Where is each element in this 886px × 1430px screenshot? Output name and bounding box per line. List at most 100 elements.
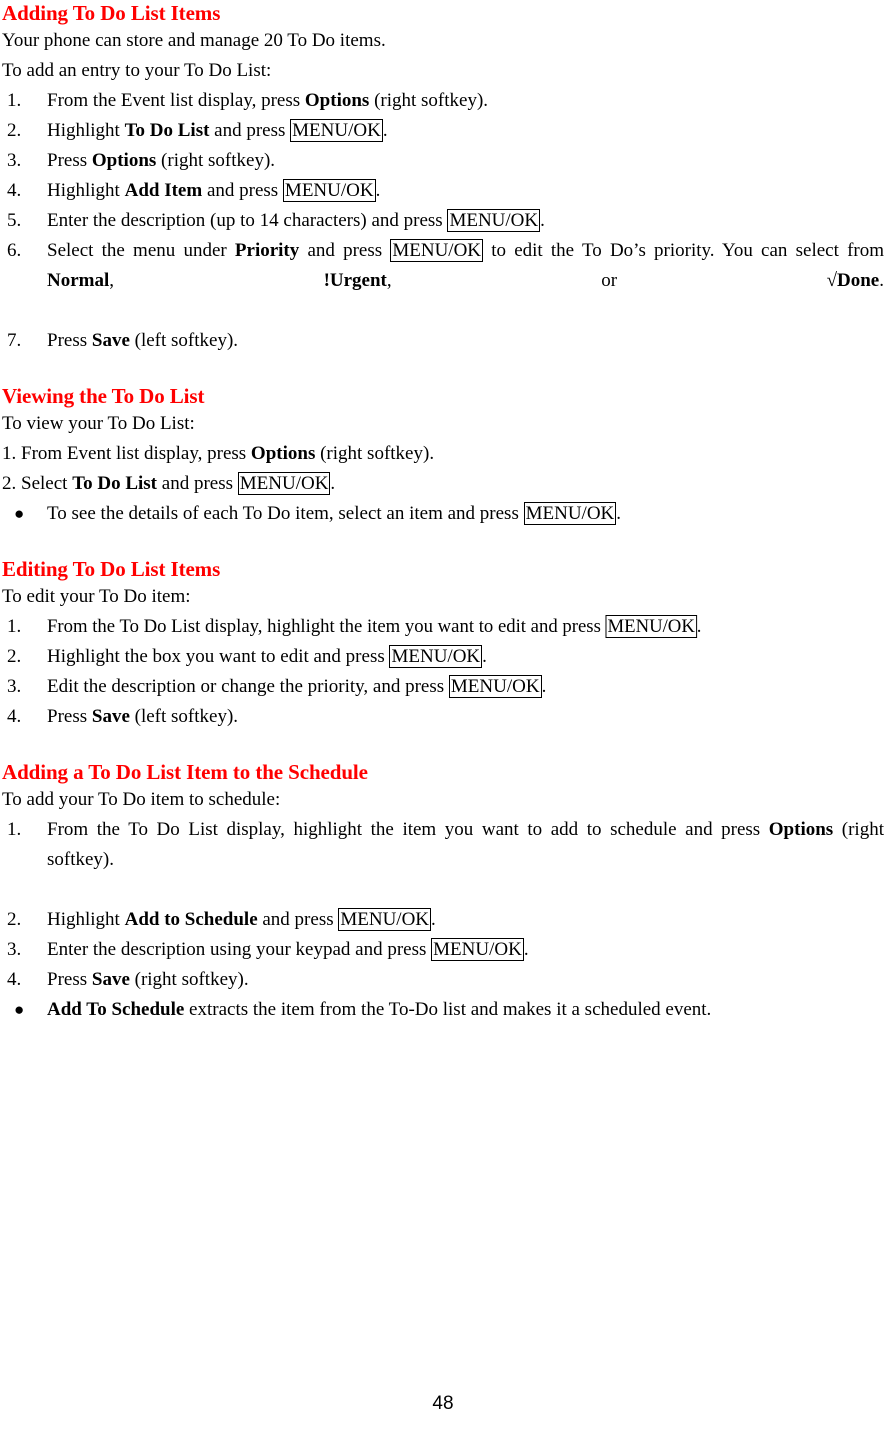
intro-text: To add your To Do item to schedule: [2,789,281,810]
list-item-text: Select the menu under Priority and press… [47,236,884,326]
list-item-number: 6. [7,240,22,261]
list-item: 3. Enter the description using your keypa… [2,935,884,965]
list-item: 1. From Event list display, press Option… [2,439,884,469]
text-run: . [696,616,702,637]
keyword-1: Add to Schedule [124,909,258,930]
list-item-text: Enter the description (up to 14 characte… [47,209,545,232]
key-button-label: MENU/OK [605,615,697,638]
text-run: . [540,210,545,231]
list-item-number: 4. [7,706,22,727]
list-item: 4. Highlight Add Item and press MENU/OK. [2,176,884,206]
list-item-text: Enter the description using your keypad … [47,938,529,961]
section-heading-adding: Adding To Do List Items [2,1,221,25]
section-heading-viewing: Viewing the To Do List [2,384,205,408]
text-run: 2. Select [2,473,73,494]
keyword-7: !Urgent [323,270,387,291]
key-button-label: MENU/OK [237,472,331,495]
key-button-label: MENU/OK [282,179,376,202]
text-run: (right softkey). [315,443,435,464]
text-run: Highlight the box you want to edit and p… [47,646,390,667]
text-run: Press [47,969,92,990]
text-run: (right softkey). [156,150,276,171]
numbered-steps-schedule: 1. From the To Do List display, highlight… [2,815,884,995]
section-heading-schedule: Adding a To Do List Item to the Schedule [2,760,368,784]
list-item-number: 5. [7,210,22,231]
keyword-1: To Do List [124,120,210,141]
manual-page: Adding To Do List Items Your phone can st… [0,0,886,1430]
text-run: To see the details of each To Do item, s… [47,503,524,524]
bullet-icon: ● [14,1000,25,1019]
text-run: and press [257,909,339,930]
bullet-item: ● Add To Schedule extracts the item from … [2,995,884,1025]
list-item-text: From the To Do List display, highlight t… [47,815,884,905]
bullet-list-schedule: ● Add To Schedule extracts the item from … [2,995,884,1025]
text-run: . [375,180,381,201]
bullet-list-viewing: ● To see the details of each To Do item, … [2,499,884,529]
intro-text: To view your To Do List: [2,413,195,434]
list-item: 1. From the To Do List display, highlight… [2,612,884,642]
page-content: Adding To Do List Items Your phone can st… [0,0,886,1025]
bullet-item: ● To see the details of each To Do item, … [2,499,884,529]
text-run: Highlight [47,120,125,141]
plain-steps-viewing: 1. From Event list display, press Option… [2,439,884,499]
list-item: 6. Select the menu under Priority and pre… [2,236,884,326]
intro-text: To add an entry to your To Do List: [2,60,272,81]
text-run: extracts the item from the To-Do list an… [184,999,712,1020]
list-item: 2. Select To Do List and press MENU/OK. [2,469,884,499]
keyword-5: Normal [47,270,110,291]
text-run: and press [209,120,291,141]
list-item-number: 4. [7,969,22,990]
text-run: From the To Do List display, highlight t… [47,616,606,637]
list-item: 2. Highlight the box you want to edit and… [2,642,884,672]
list-item-number: 4. [7,180,22,201]
text-run: Edit the description or change the prior… [47,676,449,697]
text-run: From the Event list display, press [47,90,305,111]
section-heading-editing: Editing To Do List Items [2,557,221,581]
list-item-number: 2. [7,909,22,930]
list-item-text: From the To Do List display, highlight t… [47,612,701,642]
keyword-1: Save [91,330,130,351]
text-run: . [879,270,884,291]
text-run: (right softkey). [129,969,249,990]
keyword-1: Options [250,443,316,464]
text-run: and press [299,240,391,261]
text-run: (right softkey). [369,90,489,111]
text-run: 1. From Event list display, press [2,443,251,464]
text-run: . [482,646,487,667]
list-item: 1. From the Event list display, press Opt… [2,86,884,116]
list-item: 5. Enter the description (up to 14 charac… [2,206,884,236]
list-item-text: Edit the description or change the prior… [47,675,546,698]
list-item-number: 3. [7,150,22,171]
text-run: Select the menu under [47,240,235,261]
text-run: . [330,473,336,494]
list-item-number: 7. [7,330,22,351]
list-item-number: 1. [7,819,22,840]
list-item-number: 2. [7,646,22,667]
key-button-label: MENU/OK [448,675,542,698]
keyword-1: Add Item [124,180,203,201]
list-item: 2. Highlight To Do List and press MENU/OK… [2,116,884,146]
text-run: , [109,270,324,291]
text-run: Enter the description using your keypad … [47,939,432,960]
list-item: 2. Highlight Add to Schedule and press ME… [2,905,884,935]
bullet-icon: ● [14,504,25,523]
keyword-1: Options [304,90,370,111]
keyword-9: √Done [826,270,880,291]
text-run: . [431,909,436,930]
list-item-number: 1. [7,616,22,637]
page-number: 48 [432,1393,454,1414]
keyword-1: To Do List [72,473,158,494]
keyword-0: Add To Schedule [47,999,185,1020]
key-button-label: MENU/OK [390,239,484,262]
list-item-number: 1. [7,90,22,111]
text-run: Highlight [47,180,125,201]
list-item-number: 3. [7,939,22,960]
keyword-1: Save [91,969,130,990]
intro-text: To edit your To Do item: [2,586,191,607]
text-run: and press [157,473,238,494]
list-item: 4. Press Save (left softkey). [2,702,884,732]
list-item-number: 2. [7,120,22,141]
list-item: 1. From the To Do List display, highlight… [2,815,884,905]
